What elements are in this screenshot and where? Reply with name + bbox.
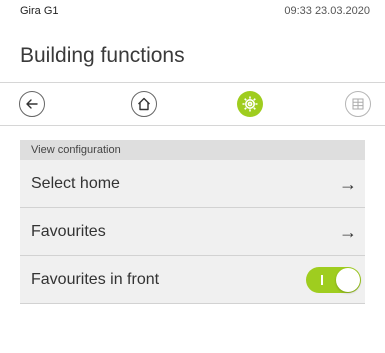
select-home-row[interactable]: Select home → (20, 160, 365, 208)
home-icon (138, 97, 150, 111)
right-arrow-icon: → (339, 222, 357, 242)
settings-gear-icon (242, 96, 258, 112)
row-label: Favourites (31, 223, 106, 240)
row-label: Favourites in front (31, 271, 160, 288)
toggle-on-indicator (321, 275, 323, 285)
status-bar: Gira G1 09:33 23.03.2020 (0, 0, 385, 22)
favourites-row[interactable]: Favourites → (20, 208, 365, 256)
right-arrow-icon: → (339, 174, 357, 194)
settings-button[interactable] (237, 91, 263, 117)
view-configuration-panel: View configuration Select home → Favouri… (20, 140, 365, 304)
toggle-knob (336, 268, 360, 292)
navigation-bar (0, 83, 385, 125)
grid-view-button[interactable] (345, 91, 371, 117)
grid-icon (352, 98, 364, 110)
row-label: Select home (31, 175, 120, 192)
page-title: Building functions (20, 44, 185, 67)
date-time: 09:33 23.03.2020 (284, 5, 370, 17)
divider (0, 125, 385, 126)
section-header: View configuration (20, 140, 365, 160)
favourites-in-front-row: Favourites in front (20, 256, 365, 304)
favourites-in-front-toggle[interactable] (306, 267, 361, 293)
back-arrow-icon (26, 99, 38, 109)
device-name: Gira G1 (20, 5, 59, 17)
back-button[interactable] (19, 91, 45, 117)
home-button[interactable] (131, 91, 157, 117)
